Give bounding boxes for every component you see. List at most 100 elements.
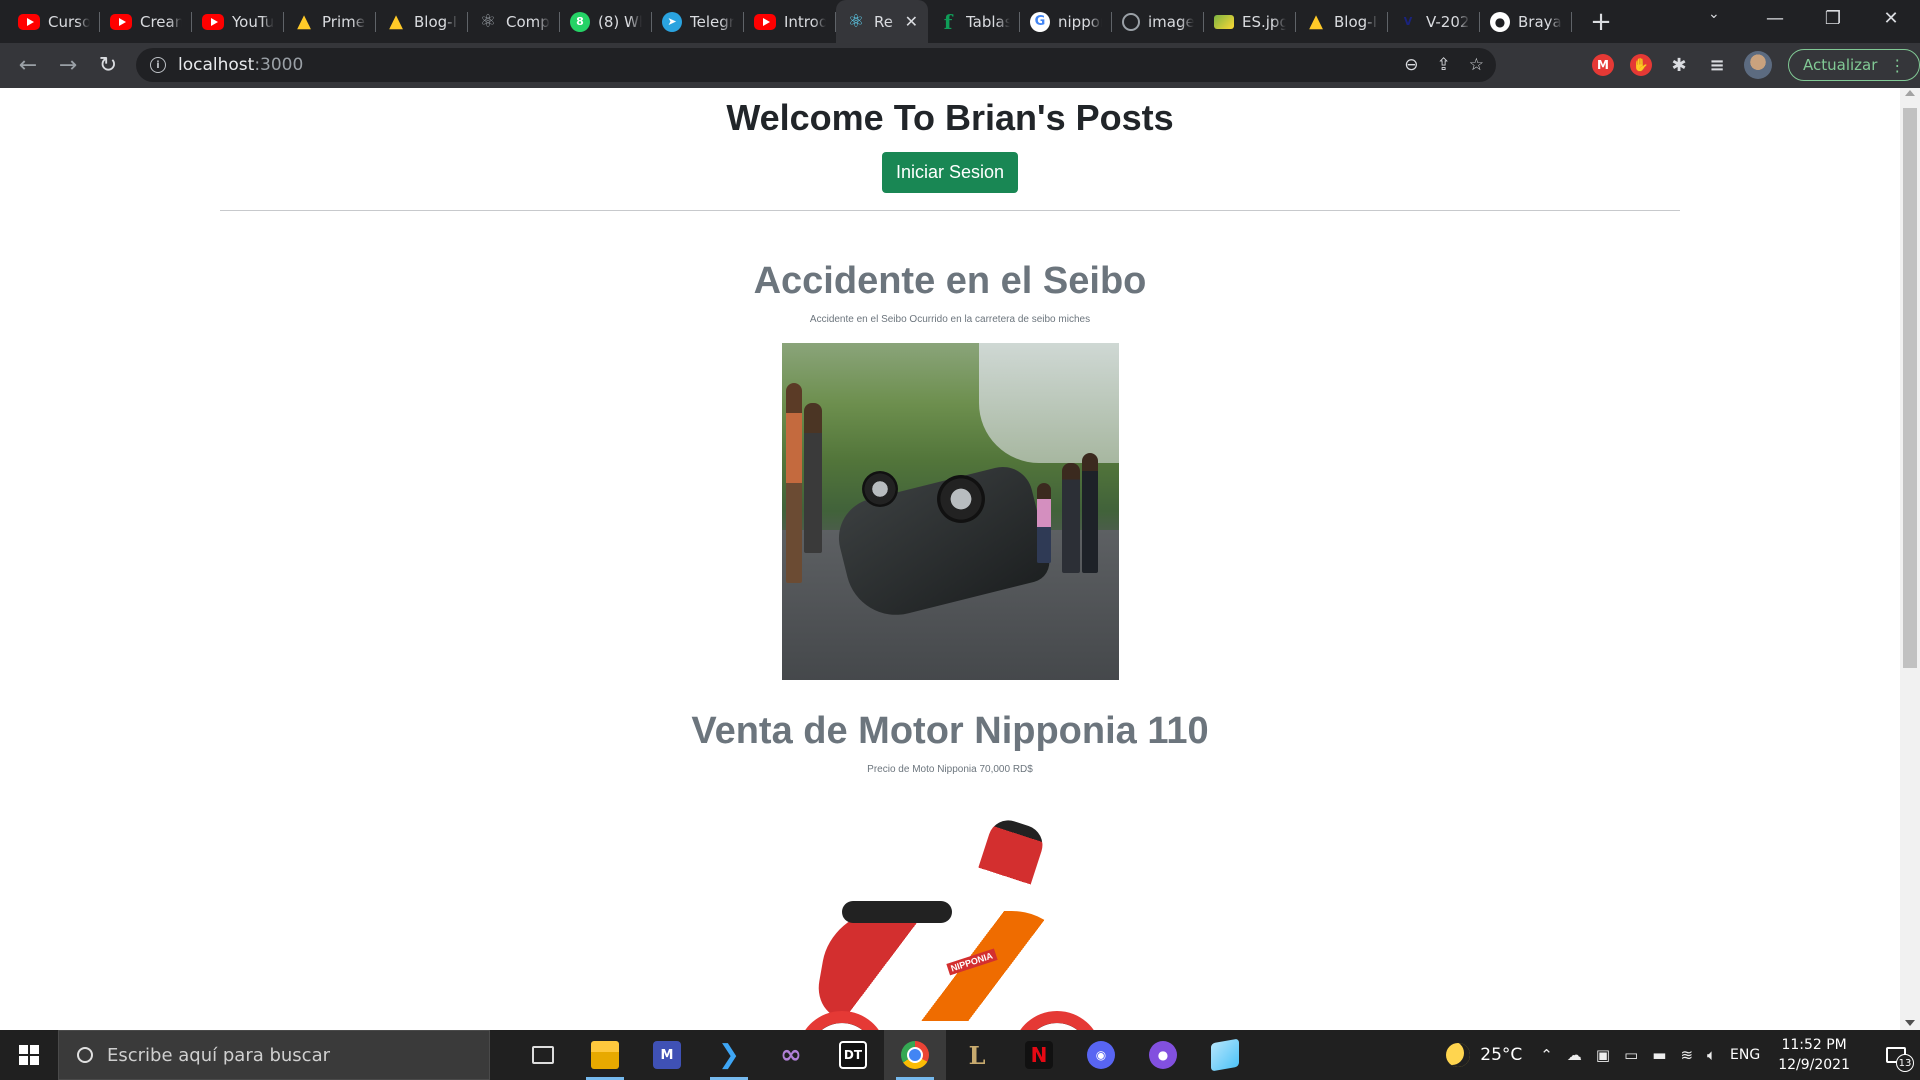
zoom-icon[interactable]: ⊖ bbox=[1404, 55, 1418, 75]
scroll-down-arrow-icon[interactable] bbox=[1905, 1020, 1915, 1026]
hand-extension-icon[interactable]: ✋ bbox=[1630, 54, 1652, 76]
start-button[interactable] bbox=[0, 1030, 58, 1080]
wifi-icon[interactable]: ≋ bbox=[1680, 1046, 1693, 1064]
profile-avatar[interactable] bbox=[1744, 51, 1772, 79]
reload-icon[interactable]: ↻ bbox=[88, 53, 128, 78]
close-window-button[interactable]: ✕ bbox=[1862, 8, 1920, 29]
login-button[interactable]: Iniciar Sesion bbox=[881, 152, 1019, 193]
tab-4[interactable]: ▲ Blog-I bbox=[376, 0, 468, 43]
tab-6[interactable]: 8 (8) Wh bbox=[560, 0, 652, 43]
scroll-thumb[interactable] bbox=[1903, 108, 1917, 668]
tab-3[interactable]: ▲ Primer bbox=[284, 0, 376, 43]
clock[interactable]: 11:52 PM 12/9/2021 bbox=[1778, 1035, 1850, 1075]
taskbar-app-discord[interactable]: ◉ bbox=[1070, 1030, 1132, 1080]
page-viewport: Welcome To Brian's Posts Iniciar Sesion … bbox=[0, 88, 1920, 1030]
tab-2[interactable]: YouTu bbox=[192, 0, 284, 43]
new-tab-button[interactable]: + bbox=[1586, 7, 1616, 37]
browser-toolbar: ← → ↻ i localhost:3000 ⊖ ⇪ ☆ M ✋ ✱ ≡ Act… bbox=[0, 43, 1920, 88]
taskbar-app-cube[interactable] bbox=[1194, 1030, 1256, 1080]
taskbar-app-devtools[interactable]: DT bbox=[822, 1030, 884, 1080]
tab-8[interactable]: Introd bbox=[744, 0, 836, 43]
clock-date: 12/9/2021 bbox=[1778, 1057, 1850, 1073]
tab-title: Re bbox=[874, 12, 893, 31]
motorcycle-seat bbox=[841, 901, 952, 923]
tab-search-chevron-icon[interactable]: ⌄ bbox=[1708, 6, 1720, 22]
taskbar-app-github[interactable]: ● bbox=[1132, 1030, 1194, 1080]
update-button[interactable]: Actualizar ⋮ bbox=[1788, 49, 1920, 81]
reading-list-icon[interactable]: ≡ bbox=[1706, 54, 1728, 76]
gmail-extension-icon[interactable]: M bbox=[1592, 54, 1614, 76]
page-content: Welcome To Brian's Posts Iniciar Sesion … bbox=[0, 94, 1900, 1030]
tab-11[interactable]: Gnippor bbox=[1020, 0, 1112, 43]
forward-arrow-icon[interactable]: → bbox=[48, 53, 88, 78]
v-icon: Ⅴ bbox=[1403, 15, 1413, 28]
globe-icon bbox=[1122, 12, 1140, 31]
tab-7[interactable]: ➤ Telegr bbox=[652, 0, 744, 43]
taskbar-apps: M ❯ ∞ DT L N ◉ ● bbox=[512, 1030, 1256, 1080]
firebase-icon: ▲ bbox=[297, 11, 311, 32]
scroll-up-arrow-icon[interactable] bbox=[1905, 90, 1915, 96]
discord-icon: ◉ bbox=[1087, 1041, 1115, 1069]
address-bar[interactable]: i localhost:3000 ⊖ ⇪ ☆ bbox=[136, 48, 1496, 82]
extensions-bar: M ✋ ✱ ≡ Actualizar ⋮ bbox=[1592, 48, 1920, 82]
clock-time: 11:52 PM bbox=[1781, 1037, 1847, 1053]
close-icon[interactable]: ✕ bbox=[905, 12, 918, 31]
extensions-puzzle-icon[interactable]: ✱ bbox=[1668, 54, 1690, 76]
firebase-icon: ▲ bbox=[389, 11, 403, 32]
language-indicator[interactable]: ENG bbox=[1730, 1047, 1760, 1063]
tab-15[interactable]: Ⅴ V-202 bbox=[1388, 0, 1480, 43]
sky bbox=[978, 343, 1119, 463]
tab-0[interactable]: Curso bbox=[8, 0, 100, 43]
share-icon[interactable]: ⇪ bbox=[1437, 55, 1451, 75]
tab-14[interactable]: ▲ Blog-I bbox=[1296, 0, 1388, 43]
display-icon[interactable]: ▭ bbox=[1624, 1046, 1638, 1064]
url-port: :3000 bbox=[254, 55, 304, 75]
league-of-legends-icon: L bbox=[968, 1040, 986, 1070]
tab-active[interactable]: ⚛ Re ✕ bbox=[836, 0, 928, 43]
chevron-up-icon[interactable]: ⌃ bbox=[1540, 1046, 1553, 1064]
react-icon: ⚛ bbox=[847, 11, 865, 32]
tab-5[interactable]: ⚛ Comp bbox=[468, 0, 560, 43]
cube-app-icon bbox=[1211, 1038, 1239, 1072]
taskbar-search[interactable]: Escribe aquí para buscar bbox=[58, 1030, 490, 1080]
volume-icon[interactable]: 🔈︎ bbox=[1707, 1046, 1716, 1064]
back-arrow-icon[interactable]: ← bbox=[8, 53, 48, 78]
tab-title: Introd bbox=[784, 12, 826, 31]
tab-16[interactable]: ● Brayar bbox=[1480, 0, 1572, 43]
youtube-icon bbox=[110, 13, 132, 30]
restore-button[interactable]: ❐ bbox=[1804, 8, 1862, 29]
star-icon[interactable]: ☆ bbox=[1469, 55, 1484, 75]
tab-title: V-202 bbox=[1426, 12, 1470, 31]
tab-1[interactable]: Crean bbox=[100, 0, 192, 43]
youtube-icon bbox=[754, 13, 776, 30]
taskbar-app-chrome[interactable] bbox=[884, 1030, 946, 1080]
taskbar-app-league[interactable]: L bbox=[946, 1030, 1008, 1080]
tab-10[interactable]: f Tablas bbox=[928, 0, 1020, 43]
tab-title: Telegr bbox=[690, 12, 734, 31]
notification-center-button[interactable]: 13 bbox=[1872, 1030, 1920, 1080]
taskbar-app-markdown[interactable]: M bbox=[636, 1030, 698, 1080]
tab-title: Brayar bbox=[1518, 12, 1562, 31]
tab-12[interactable]: image bbox=[1112, 0, 1204, 43]
url-host: localhost bbox=[178, 55, 255, 75]
vertical-scrollbar[interactable] bbox=[1900, 88, 1920, 1030]
onedrive-cloud-icon[interactable]: ☁ bbox=[1567, 1046, 1582, 1064]
tab-title: Primer bbox=[322, 12, 366, 31]
taskbar-app-netflix[interactable]: N bbox=[1008, 1030, 1070, 1080]
tab-title: Tablas bbox=[966, 12, 1010, 31]
tab-13[interactable]: ES.jpg bbox=[1204, 0, 1296, 43]
page-title: Welcome To Brian's Posts bbox=[726, 97, 1174, 138]
tab-title: Crean bbox=[140, 12, 182, 31]
taskbar-app-visual-studio[interactable]: ∞ bbox=[760, 1030, 822, 1080]
weather-widget[interactable]: 25°C bbox=[1446, 1043, 1522, 1067]
info-icon[interactable]: i bbox=[150, 57, 166, 73]
taskbar-app-vscode[interactable]: ❯ bbox=[698, 1030, 760, 1080]
bystander bbox=[785, 383, 802, 583]
dt-icon: DT bbox=[839, 1041, 867, 1069]
task-view-button[interactable] bbox=[512, 1030, 574, 1080]
battery-icon[interactable]: ▬ bbox=[1652, 1046, 1666, 1064]
meet-now-icon[interactable]: ▣ bbox=[1596, 1046, 1610, 1064]
tab-title: (8) Wh bbox=[598, 12, 642, 31]
taskbar-app-explorer[interactable] bbox=[574, 1030, 636, 1080]
minimize-button[interactable]: — bbox=[1746, 8, 1804, 29]
